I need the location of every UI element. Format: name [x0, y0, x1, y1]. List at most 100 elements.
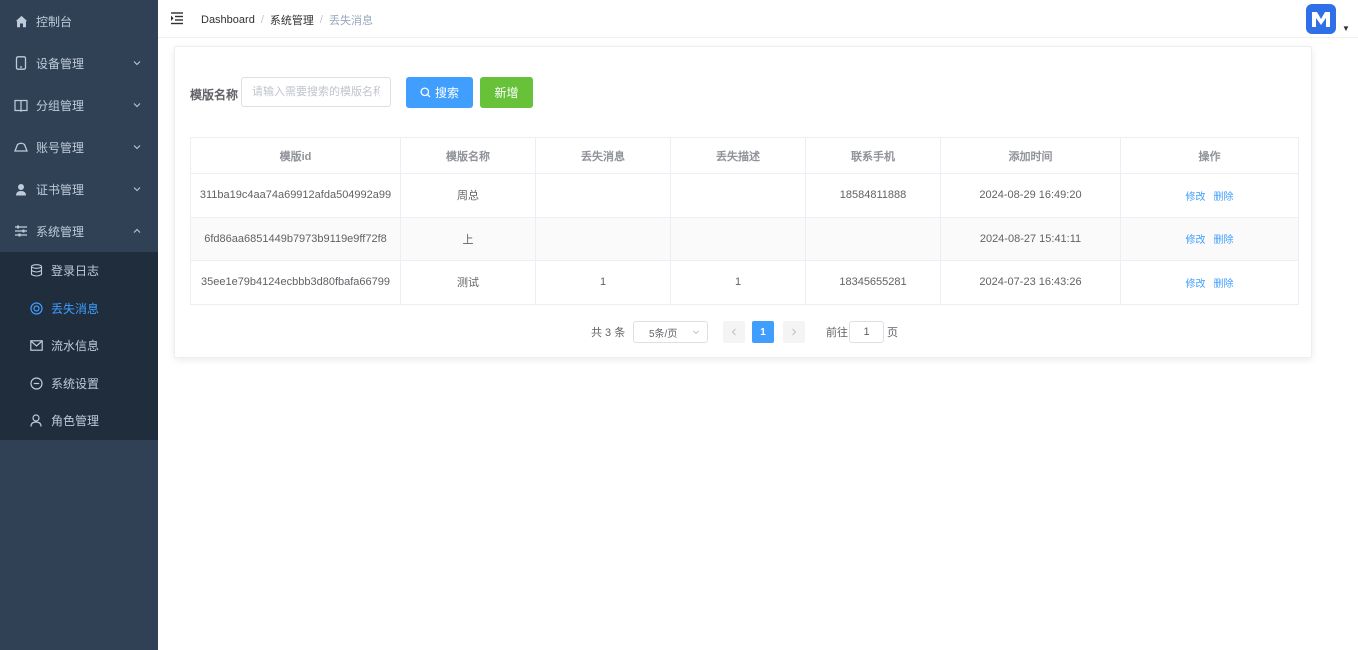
chevron-left-icon	[731, 328, 736, 336]
sidebar-item-label: 流水信息	[51, 339, 100, 354]
cell-actions: 修改 删除	[1120, 173, 1299, 218]
add-button[interactable]: 新增	[480, 77, 533, 108]
table-row: 6fd86aa6851449b7973b9119e9ff72f8 上 2024-…	[190, 216, 1299, 261]
header-template-name: 模版名称	[400, 137, 536, 174]
chevron-down-icon	[133, 187, 141, 192]
sidebar-item-devices[interactable]: 设备管理	[0, 42, 158, 84]
sidebar-item-flow-info[interactable]: 流水信息	[0, 327, 158, 365]
cell-lost-message	[535, 216, 671, 261]
sliders-icon	[14, 224, 28, 238]
avatar[interactable]	[1306, 4, 1336, 34]
page-size-select[interactable]: 5条/页	[633, 321, 708, 343]
cell-contact-phone	[805, 216, 941, 261]
user-outline-icon	[29, 414, 43, 428]
cell-template-id: 35ee1e79b4124ecbbb3d80fbafa66799	[190, 260, 401, 305]
mail-icon	[29, 339, 43, 353]
cell-template-id: 311ba19c4aa74a69912afda504992a99	[190, 173, 401, 218]
pagination: 共 3 条 5条/页 1 前往 页	[175, 321, 1311, 343]
chevron-right-icon	[792, 328, 797, 336]
goto-page-input[interactable]	[849, 321, 884, 343]
sidebar-item-roles[interactable]: 角色管理	[0, 402, 158, 440]
table-header-row: 模版id 模版名称 丢失消息 丢失描述 联系手机 添加时间 操作	[190, 137, 1299, 174]
logo-icon	[1312, 12, 1330, 27]
chevron-down-icon	[693, 330, 699, 335]
caret-down-icon[interactable]: ▼	[1342, 24, 1350, 33]
cell-template-name: 测试	[400, 260, 536, 305]
goto-suffix: 页	[887, 327, 898, 339]
sidebar-item-label: 丢失消息	[51, 301, 100, 316]
sidebar-item-lost-messages[interactable]: 丢失消息	[0, 290, 158, 328]
sidebar-item-label: 角色管理	[51, 414, 100, 429]
sidebar-item-certificates[interactable]: 证书管理	[0, 168, 158, 210]
cell-added-time: 2024-08-29 16:49:20	[940, 173, 1121, 218]
header-actions: 操作	[1120, 137, 1299, 174]
cell-actions: 修改 删除	[1120, 260, 1299, 305]
page-size-value: 5条/页	[649, 328, 678, 340]
sidebar-item-system[interactable]: 系统管理	[0, 210, 158, 252]
database-icon	[29, 264, 43, 278]
breadcrumb: Dashboard / 系统管理 / 丢失消息	[201, 12, 373, 28]
page-number-button[interactable]: 1	[752, 321, 774, 343]
breadcrumb-home[interactable]: Dashboard	[201, 14, 255, 26]
phone-icon	[14, 56, 28, 70]
sidebar-item-label: 控制台	[36, 14, 73, 29]
table-row: 311ba19c4aa74a69912afda504992a99 周总 1858…	[190, 173, 1299, 218]
edit-link[interactable]: 修改	[1186, 192, 1206, 203]
help-circle-icon	[29, 301, 43, 315]
main-card: 模版名称 搜索 新增 模版id 模版名称 丢失消息 丢失描述 联系手机 添加时间…	[174, 46, 1312, 358]
breadcrumb-current: 丢失消息	[328, 15, 373, 27]
book-icon	[14, 98, 28, 112]
cell-contact-phone: 18584811888	[805, 173, 941, 218]
search-icon	[420, 87, 431, 98]
sidebar-item-accounts[interactable]: 账号管理	[0, 126, 158, 168]
cell-contact-phone: 18345655281	[805, 260, 941, 305]
header-contact-phone: 联系手机	[805, 137, 941, 174]
cell-lost-description: 1	[670, 260, 806, 305]
search-label: 模版名称	[190, 88, 239, 102]
sidebar-item-label: 账号管理	[36, 140, 85, 155]
header-lost-description: 丢失描述	[670, 137, 806, 174]
cell-template-name: 上	[400, 216, 536, 261]
chevron-down-icon	[133, 61, 141, 66]
sidebar-item-label: 系统管理	[36, 224, 85, 239]
menu-fold-icon[interactable]	[170, 11, 184, 25]
search-button[interactable]: 搜索	[406, 77, 473, 108]
cell-added-time: 2024-07-23 16:43:26	[940, 260, 1121, 305]
sidebar-item-label: 登录日志	[51, 264, 100, 279]
header-template-id: 模版id	[190, 137, 401, 174]
chevron-up-icon	[133, 228, 141, 233]
prev-page-button[interactable]	[723, 321, 745, 343]
delete-link[interactable]: 删除	[1214, 235, 1234, 246]
search-input[interactable]	[241, 77, 391, 107]
table-row: 35ee1e79b4124ecbbb3d80fbafa66799 测试 1 1 …	[190, 260, 1299, 305]
minus-circle-icon	[29, 376, 43, 390]
sidebar-item-system-settings[interactable]: 系统设置	[0, 365, 158, 403]
pagination-total: 共 3 条	[591, 327, 626, 339]
next-page-button[interactable]	[783, 321, 805, 343]
cell-actions: 修改 删除	[1120, 216, 1299, 261]
header-added-time: 添加时间	[940, 137, 1121, 174]
delete-link[interactable]: 删除	[1214, 192, 1234, 203]
system-submenu: 登录日志 丢失消息 流水信息 系统设置 角色管理	[0, 252, 158, 440]
sidebar-item-label: 分组管理	[36, 98, 85, 113]
cell-template-name: 周总	[400, 173, 536, 218]
cell-template-id: 6fd86aa6851449b7973b9119e9ff72f8	[190, 216, 401, 261]
search-button-label: 搜索	[434, 86, 459, 100]
lost-messages-table: 模版id 模版名称 丢失消息 丢失描述 联系手机 添加时间 操作 311ba19…	[190, 137, 1299, 305]
chevron-down-icon	[133, 103, 141, 108]
sidebar-item-login-log[interactable]: 登录日志	[0, 252, 158, 290]
cell-lost-message: 1	[535, 260, 671, 305]
delete-link[interactable]: 删除	[1214, 279, 1234, 290]
breadcrumb-section[interactable]: 系统管理	[270, 12, 314, 28]
user-icon	[14, 182, 28, 196]
sidebar-item-label: 设备管理	[36, 56, 85, 71]
cell-lost-description	[670, 216, 806, 261]
edit-link[interactable]: 修改	[1186, 235, 1206, 246]
edit-link[interactable]: 修改	[1186, 279, 1206, 290]
chevron-down-icon	[133, 145, 141, 150]
sidebar-item-dashboard[interactable]: 控制台	[0, 0, 158, 42]
cell-lost-description	[670, 173, 806, 218]
sidebar-item-label: 证书管理	[36, 182, 85, 197]
sidebar-item-groups[interactable]: 分组管理	[0, 84, 158, 126]
header-lost-message: 丢失消息	[535, 137, 671, 174]
